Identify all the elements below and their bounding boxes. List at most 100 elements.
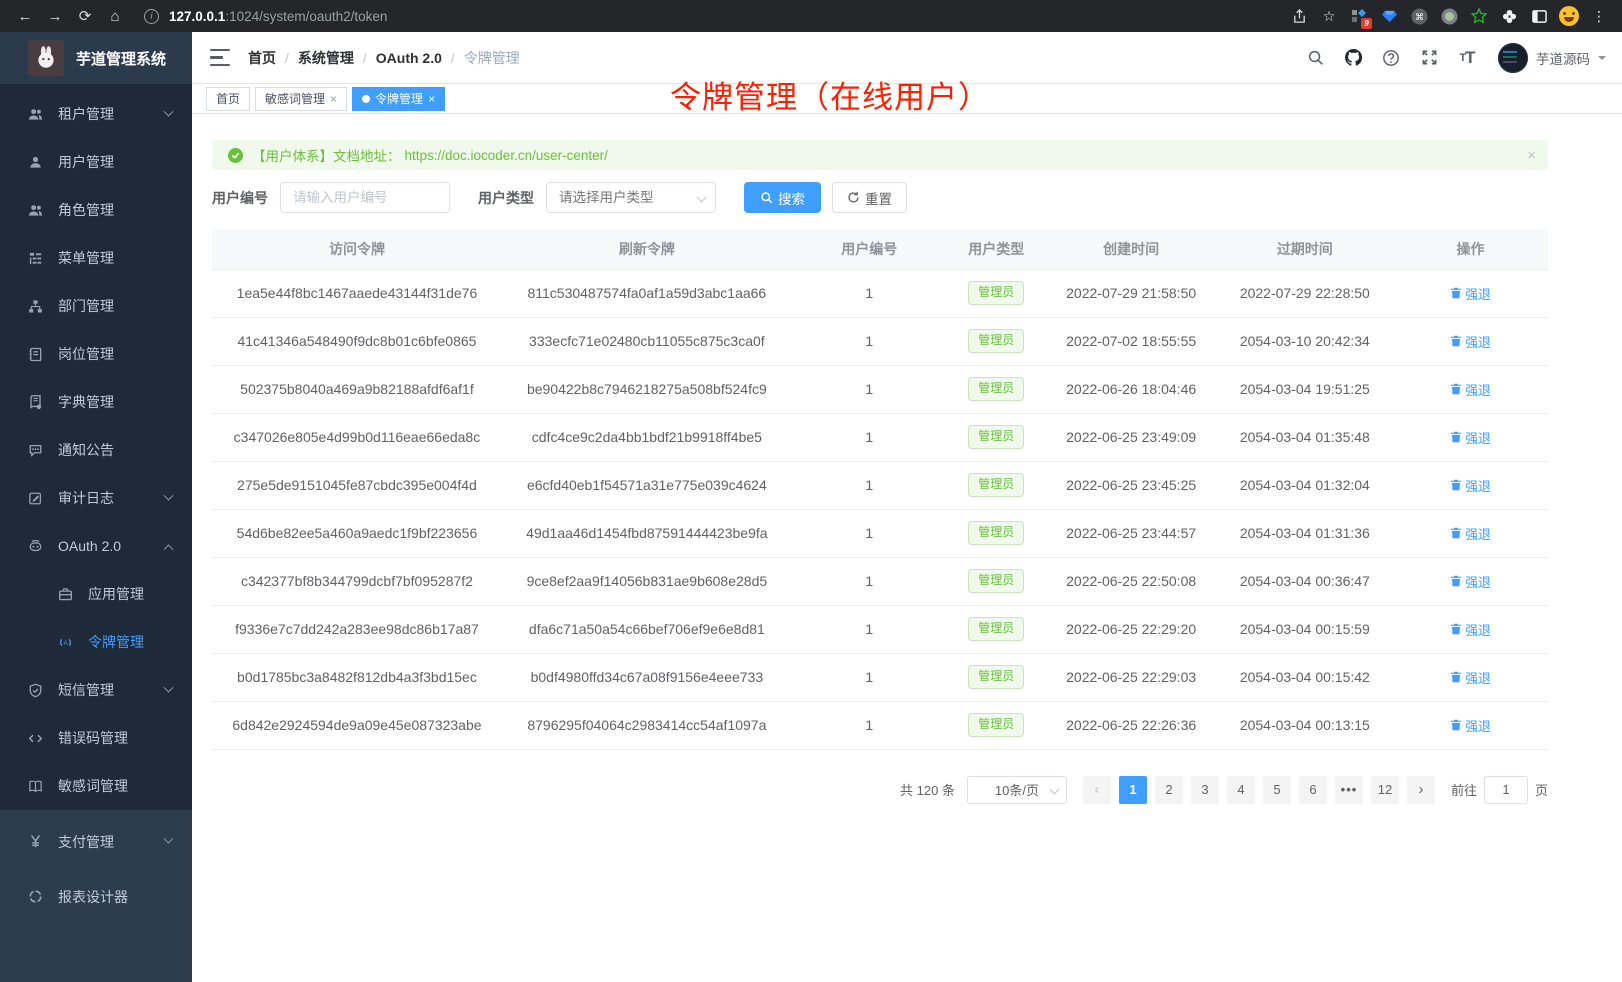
sidebar-item-tenant[interactable]: 租户管理 — [0, 90, 192, 138]
force-logout-button[interactable]: 强退 — [1450, 476, 1491, 495]
extension-wallet-icon[interactable]: 9 — [1346, 3, 1372, 29]
extension-clover-icon[interactable] — [1496, 3, 1522, 29]
column-header: 过期时间 — [1217, 229, 1393, 269]
sidebar-item-sms[interactable]: 短信管理 — [0, 666, 192, 714]
force-logout-button[interactable]: 强退 — [1450, 716, 1491, 735]
refresh-token-cell: dfa6c71a50a54c66bef706ef9e6e8d81 — [502, 605, 792, 653]
font-size-icon[interactable]: TT — [1452, 43, 1482, 73]
extension-command-icon[interactable]: ⌘ — [1406, 3, 1432, 29]
sidebar-item-notice[interactable]: 通知公告 — [0, 426, 192, 474]
page-button-2[interactable]: 2 — [1155, 776, 1183, 804]
sidebar-item-role[interactable]: 角色管理 — [0, 186, 192, 234]
extension-dot-icon[interactable] — [1436, 3, 1462, 29]
page-button-3[interactable]: 3 — [1191, 776, 1219, 804]
sidebar-item-sensitiveword[interactable]: 敏感词管理 — [0, 762, 192, 810]
create-time-cell: 2022-06-26 18:04:46 — [1046, 365, 1217, 413]
fullscreen-icon[interactable] — [1414, 43, 1444, 73]
access-token-cell: c342377bf8b344799dcbf7bf095287f2 — [212, 557, 502, 605]
sidebar-menu-bottom: 支付管理报表设计器 — [0, 810, 192, 982]
sidebar-item-dict[interactable]: 字典管理 — [0, 378, 192, 426]
page-button-6[interactable]: 6 — [1299, 776, 1327, 804]
refresh-token-cell: 9ce8ef2aa9f14056b831ae9b608e28d5 — [502, 557, 792, 605]
force-logout-button[interactable]: 强退 — [1450, 620, 1491, 639]
close-icon[interactable]: × — [330, 93, 337, 105]
breadcrumb-home[interactable]: 首页 — [248, 48, 276, 68]
force-logout-button[interactable]: 强退 — [1450, 668, 1491, 687]
sidebar-item-audit[interactable]: 审计日志 — [0, 474, 192, 522]
expire-time-cell: 2054-03-04 00:36:47 — [1217, 557, 1393, 605]
more-pages-button[interactable]: ••• — [1335, 776, 1363, 804]
browser-chrome: ← → ⟳ ⌂ i 127.0.0.1:1024/system/oauth2/t… — [0, 0, 1622, 32]
sidebar-collapse-icon[interactable] — [210, 49, 232, 67]
share-icon[interactable] — [1286, 3, 1312, 29]
sidebar-item-report[interactable]: 报表设计器 — [0, 869, 192, 924]
user-type-cell: 管理员 — [947, 317, 1046, 365]
app-logo[interactable]: 芋道管理系统 — [0, 32, 192, 84]
force-logout-button[interactable]: 强退 — [1450, 332, 1491, 351]
user-type-cell: 管理员 — [947, 461, 1046, 509]
user-dropdown[interactable]: 芋道源码 — [1498, 43, 1606, 73]
profile-avatar-icon[interactable] — [1556, 3, 1582, 29]
bookmark-star-icon[interactable]: ☆ — [1316, 3, 1342, 29]
force-logout-button[interactable]: 强退 — [1450, 428, 1491, 447]
create-time-cell: 2022-06-25 23:45:25 — [1046, 461, 1217, 509]
extension-gem-icon[interactable] — [1376, 3, 1402, 29]
address-bar[interactable]: i 127.0.0.1:1024/system/oauth2/token — [144, 9, 1286, 24]
sidebar-item-pay[interactable]: 支付管理 — [0, 814, 192, 869]
breadcrumb-oauth[interactable]: OAuth 2.0 — [376, 50, 442, 66]
table-row: c347026e805e4d99b0d116eae66eda8ccdfc4ce9… — [212, 413, 1548, 461]
table-row: 41c41346a548490f9dc8b01c6bfe0865333ecfc7… — [212, 317, 1548, 365]
close-icon[interactable]: × — [428, 93, 435, 105]
action-cell: 强退 — [1393, 269, 1548, 317]
next-page-button[interactable]: › — [1407, 776, 1435, 804]
user-type-badge: 管理员 — [968, 569, 1024, 593]
sidebar-toggle-icon[interactable] — [1526, 3, 1552, 29]
search-icon[interactable] — [1300, 43, 1330, 73]
browser-forward-icon[interactable]: → — [40, 3, 70, 29]
sidebar-item-menu[interactable]: 菜单管理 — [0, 234, 192, 282]
sidebar-item-dept[interactable]: 部门管理 — [0, 282, 192, 330]
reset-button[interactable]: 重置 — [832, 182, 907, 213]
user-icon — [26, 154, 44, 170]
help-icon[interactable] — [1376, 43, 1406, 73]
force-logout-button[interactable]: 强退 — [1450, 524, 1491, 543]
page-size-select[interactable]: 10条/页 — [967, 776, 1067, 804]
force-logout-button[interactable]: 强退 — [1450, 572, 1491, 591]
browser-back-icon[interactable]: ← — [10, 3, 40, 29]
prev-page-button[interactable]: ‹ — [1083, 776, 1111, 804]
user-id-input[interactable] — [280, 182, 450, 213]
doc-link[interactable]: https://doc.iocoder.cn/user-center/ — [405, 148, 608, 163]
tab-token[interactable]: 令牌管理 × — [352, 87, 445, 111]
dict-book-icon — [26, 394, 44, 410]
breadcrumb-system[interactable]: 系统管理 — [298, 48, 354, 68]
tab-home[interactable]: 首页 — [206, 87, 250, 111]
force-logout-button[interactable]: 强退 — [1450, 284, 1491, 303]
page-button-5[interactable]: 5 — [1263, 776, 1291, 804]
github-icon[interactable] — [1338, 43, 1368, 73]
force-logout-button[interactable]: 强退 — [1450, 380, 1491, 399]
user-type-label: 用户类型 — [478, 188, 534, 208]
extension-star-icon[interactable] — [1466, 3, 1492, 29]
sidebar-item-oauth2-token[interactable]: A令牌管理 — [0, 618, 192, 666]
alert-close-icon[interactable]: × — [1527, 147, 1536, 164]
search-button[interactable]: 搜索 — [744, 182, 821, 213]
goto-page-input[interactable] — [1484, 776, 1528, 804]
page-button-1[interactable]: 1 — [1119, 776, 1147, 804]
table-body: 1ea5e44f8bc1467aaede43144f31de76811c5304… — [212, 269, 1548, 749]
sidebar-item-user[interactable]: 用户管理 — [0, 138, 192, 186]
browser-reload-icon[interactable]: ⟳ — [70, 3, 100, 29]
page-button-12[interactable]: 12 — [1371, 776, 1399, 804]
breadcrumb-separator: / — [363, 50, 367, 66]
tab-sensitive-word[interactable]: 敏感词管理 × — [255, 87, 347, 111]
sidebar-item-oauth2-app[interactable]: 应用管理 — [0, 570, 192, 618]
browser-menu-icon[interactable]: ⋮ — [1586, 3, 1612, 29]
sidebar-item-label: OAuth 2.0 — [58, 538, 121, 554]
sidebar-item-errorcode[interactable]: 错误码管理 — [0, 714, 192, 762]
user-type-select[interactable] — [546, 182, 716, 213]
edit-doc-icon — [26, 490, 44, 506]
sidebar-item-post[interactable]: 岗位管理 — [0, 330, 192, 378]
sidebar-item-oauth2[interactable]: OAuth 2.0 — [0, 522, 192, 570]
browser-home-icon[interactable]: ⌂ — [100, 3, 130, 29]
page-info-icon[interactable]: i — [144, 9, 159, 24]
page-button-4[interactable]: 4 — [1227, 776, 1255, 804]
